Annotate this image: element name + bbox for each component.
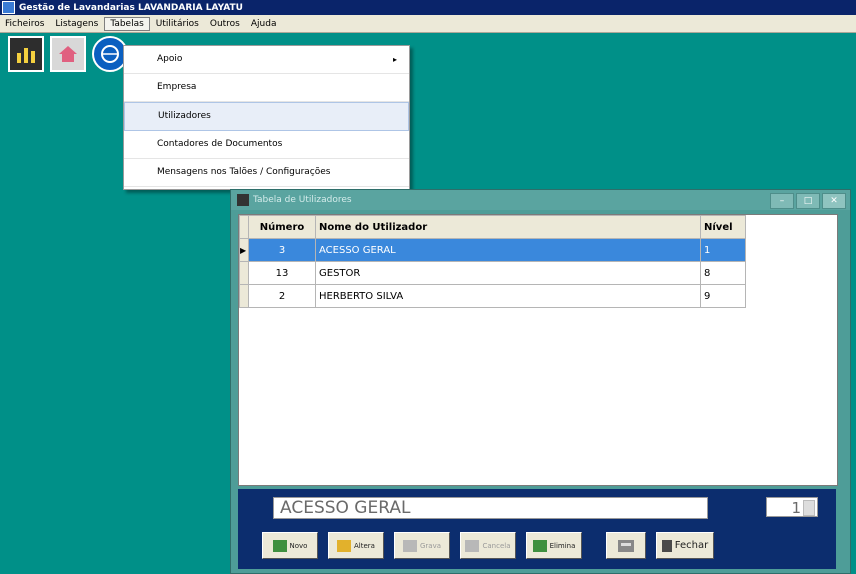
submenu-arrow-icon: ▸ <box>392 55 397 64</box>
cancel-icon <box>465 539 480 552</box>
menu-tabelas[interactable]: Tabelas <box>104 16 150 31</box>
fechar-button[interactable]: Fechar <box>656 532 714 559</box>
users-grid: Número Nome do Utilizador Nível ▶ 3 ACES… <box>238 214 838 486</box>
delete-icon <box>532 539 547 552</box>
cell-nome[interactable]: ACESSO GERAL <box>315 238 701 262</box>
fechar-button-label: Fechar <box>674 540 709 551</box>
window-icon <box>237 194 249 206</box>
novo-button[interactable]: Novo <box>262 532 318 559</box>
window-titlebar[interactable]: Tabela de Utilizadores – □ ✕ <box>231 190 850 210</box>
window-title: Tabela de Utilizadores <box>253 195 352 205</box>
column-header-nivel[interactable]: Nível <box>700 215 746 239</box>
utilizadores-window: Tabela de Utilizadores – □ ✕ Número Nome… <box>230 189 851 574</box>
cell-numero[interactable]: 2 <box>248 284 316 308</box>
user-name-field[interactable]: ACESSO GERAL <box>273 497 708 519</box>
edit-icon <box>337 539 352 552</box>
menu-item-mensagens[interactable]: Mensagens nos Talões / Configurações <box>124 159 409 187</box>
new-record-icon <box>272 539 287 552</box>
table-row[interactable]: 13 GESTOR 8 <box>239 261 746 285</box>
cell-numero[interactable]: 3 <box>248 238 316 262</box>
elimina-button-label: Elimina <box>549 541 576 550</box>
novo-button-label: Novo <box>289 541 308 550</box>
maximize-button[interactable]: □ <box>796 193 820 209</box>
app-titlebar: Gestão de Lavandarias LAVANDARIA LAYATU <box>0 0 856 15</box>
grava-button[interactable]: Grava <box>394 532 450 559</box>
window-controls: – □ ✕ <box>770 193 846 209</box>
menu-item-mensagens-label: Mensagens nos Talões / Configurações <box>157 167 331 177</box>
menu-item-utilizadores-label: Utilizadores <box>158 111 211 121</box>
menu-utilitarios[interactable]: Utilitários <box>151 18 204 30</box>
row-indicator <box>239 284 249 308</box>
elimina-button[interactable]: Elimina <box>526 532 582 559</box>
cancela-button-label: Cancela <box>482 541 511 550</box>
column-header-numero[interactable]: Número <box>248 215 316 239</box>
row-pointer-icon: ▶ <box>239 238 249 262</box>
menu-outros[interactable]: Outros <box>205 18 245 30</box>
cancela-button[interactable]: Cancela <box>460 532 516 559</box>
cell-nivel[interactable]: 1 <box>700 238 746 262</box>
menu-item-empresa-label: Empresa <box>157 82 197 92</box>
calculator-icon <box>618 539 634 552</box>
menu-ficheiros[interactable]: Ficheiros <box>0 18 49 30</box>
level-spinner[interactable] <box>803 500 815 516</box>
user-level-value: 1 <box>791 499 801 517</box>
minimize-button[interactable]: – <box>770 193 794 209</box>
menu-item-apoio-label: Apoio <box>157 54 183 64</box>
altera-button-label: Altera <box>354 541 375 550</box>
tabelas-dropdown-menu: Apoio ▸ Empresa Utilizadores Contadores … <box>123 45 410 190</box>
cell-nivel[interactable]: 8 <box>700 261 746 285</box>
menu-listagens[interactable]: Listagens <box>50 18 103 30</box>
row-indicator <box>239 261 249 285</box>
cell-numero[interactable]: 13 <box>248 261 316 285</box>
action-buttons: Novo Altera Grava Cancela Elimina Fechar <box>262 532 714 559</box>
menu-item-contadores[interactable]: Contadores de Documentos <box>124 131 409 159</box>
menubar: Ficheiros Listagens Tabelas Utilitários … <box>0 15 856 33</box>
menu-item-empresa[interactable]: Empresa <box>124 74 409 102</box>
grava-button-label: Grava <box>419 541 442 550</box>
app-title: Gestão de Lavandarias LAVANDARIA LAYATU <box>19 2 243 13</box>
menu-ajuda[interactable]: Ajuda <box>246 18 282 30</box>
calculator-button[interactable] <box>606 532 646 559</box>
close-button[interactable]: ✕ <box>822 193 846 209</box>
cell-nome[interactable]: GESTOR <box>315 261 701 285</box>
app-icon <box>2 1 15 14</box>
detail-panel: ACESSO GERAL 1 Novo Altera Grava Cancela <box>238 489 836 569</box>
door-icon <box>661 539 672 552</box>
row-indicator-header <box>239 215 249 239</box>
user-level-field[interactable]: 1 <box>766 497 818 517</box>
toolbar-house-icon[interactable] <box>50 36 86 72</box>
cell-nivel[interactable]: 9 <box>700 284 746 308</box>
users-table: Número Nome do Utilizador Nível ▶ 3 ACES… <box>239 215 746 308</box>
menu-item-contadores-label: Contadores de Documentos <box>157 139 283 149</box>
toolbar-chart-icon[interactable] <box>8 36 44 72</box>
save-icon <box>402 539 417 552</box>
table-row[interactable]: 2 HERBERTO SILVA 9 <box>239 284 746 308</box>
menu-item-utilizadores[interactable]: Utilizadores <box>124 102 409 131</box>
altera-button[interactable]: Altera <box>328 532 384 559</box>
table-header-row: Número Nome do Utilizador Nível <box>239 215 746 239</box>
toolbar <box>8 36 128 72</box>
column-header-nome[interactable]: Nome do Utilizador <box>315 215 701 239</box>
table-row[interactable]: ▶ 3 ACESSO GERAL 1 <box>239 238 746 262</box>
cell-nome[interactable]: HERBERTO SILVA <box>315 284 701 308</box>
menu-item-apoio[interactable]: Apoio ▸ <box>124 46 409 74</box>
